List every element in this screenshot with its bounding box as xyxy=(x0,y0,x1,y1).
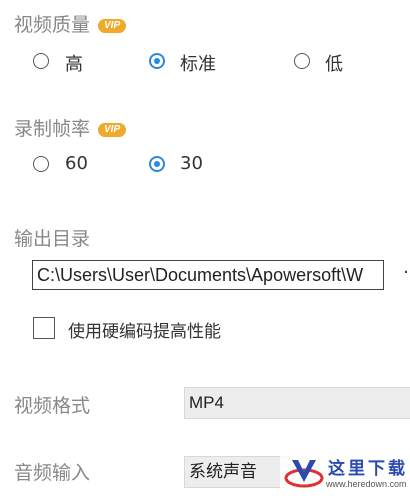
fps-60-label[interactable]: 60 xyxy=(65,153,88,174)
video-quality-title: 视频质量 VIP xyxy=(14,10,127,37)
quality-high-radio[interactable] xyxy=(33,53,49,69)
browse-more-button[interactable]: · xyxy=(396,260,410,290)
video-format-title: 视频格式 xyxy=(14,395,91,417)
quality-high-label[interactable]: 高 xyxy=(65,50,83,76)
vip-badge: VIP xyxy=(98,18,127,33)
output-path-field[interactable]: C:\Users\User\Documents\Apowersoft\W xyxy=(32,260,384,290)
fps-30-radio[interactable] xyxy=(149,156,165,172)
watermark-title: 这里下载 xyxy=(328,459,408,479)
watermark: 这里下载 www.heredown.com xyxy=(280,452,410,495)
video-format-select[interactable]: MP4 xyxy=(184,387,410,419)
vip-badge: VIP xyxy=(98,122,127,137)
frame-rate-label: 录制帧率 xyxy=(14,118,91,140)
quality-standard-radio[interactable] xyxy=(149,53,165,69)
hw-encoding-label[interactable]: 使用硬编码提高性能 xyxy=(68,317,221,342)
output-dir-title: 输出目录 xyxy=(14,228,91,250)
quality-standard-label[interactable]: 标准 xyxy=(180,50,216,76)
quality-low-label[interactable]: 低 xyxy=(325,50,343,76)
frame-rate-title: 录制帧率 VIP xyxy=(14,114,127,141)
fps-30-label[interactable]: 30 xyxy=(180,153,203,174)
watermark-url: www.heredown.com xyxy=(326,479,407,489)
hw-encoding-checkbox[interactable] xyxy=(33,317,55,339)
audio-input-select[interactable]: 系统声音 xyxy=(184,456,294,488)
audio-input-title: 音频输入 xyxy=(14,462,91,484)
video-quality-label: 视频质量 xyxy=(14,14,91,36)
quality-low-radio[interactable] xyxy=(294,53,310,69)
fps-60-radio[interactable] xyxy=(33,156,49,172)
